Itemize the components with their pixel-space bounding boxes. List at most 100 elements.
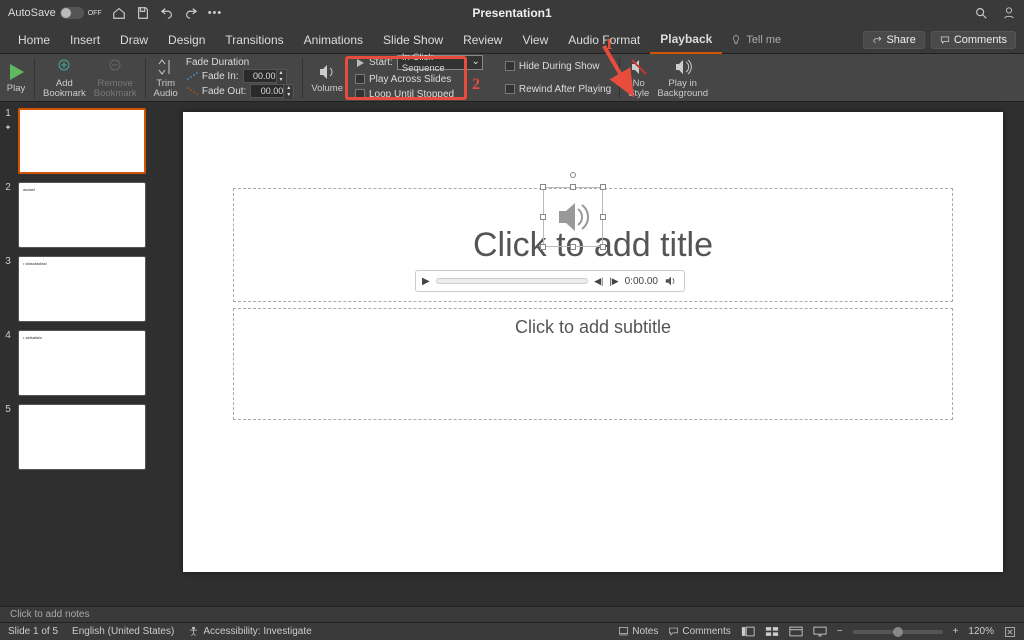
animation-star-icon: ✦ bbox=[5, 123, 12, 132]
slide-thumbnails-panel[interactable]: 1✦ 2asdasf 3• sfassfasfasf 4• asfsafafa … bbox=[0, 102, 162, 606]
player-time: 0:00.00 bbox=[625, 276, 658, 287]
play-in-background-button[interactable]: Play in Background bbox=[657, 56, 708, 99]
zoom-slider[interactable] bbox=[853, 630, 943, 634]
player-play-icon[interactable]: ▶ bbox=[422, 276, 430, 287]
comments-button[interactable]: Comments bbox=[931, 31, 1016, 49]
autosave-label: AutoSave bbox=[8, 7, 56, 19]
volume-label: Volume bbox=[311, 84, 343, 94]
redo-icon[interactable] bbox=[184, 6, 198, 20]
player-skip-back-icon[interactable]: ◀| bbox=[594, 276, 603, 287]
tab-transitions[interactable]: Transitions bbox=[215, 26, 293, 54]
account-icon[interactable] bbox=[1002, 6, 1016, 20]
slide-counter[interactable]: Slide 1 of 5 bbox=[8, 626, 58, 637]
annotation-1: 1 bbox=[605, 36, 613, 54]
player-skip-fwd-icon[interactable]: |▶ bbox=[609, 276, 618, 287]
loop-until-stopped-checkbox[interactable]: Loop Until Stopped bbox=[355, 88, 483, 101]
play-bg-icon bbox=[673, 57, 693, 77]
tell-me[interactable]: Tell me bbox=[730, 34, 781, 46]
autosave-toggle[interactable]: AutoSave OFF bbox=[8, 7, 102, 19]
more-icon[interactable]: ••• bbox=[208, 7, 223, 19]
ribbon-tabs: Home Insert Draw Design Transitions Anim… bbox=[0, 26, 1024, 54]
rewind-after-playing-checkbox[interactable]: Rewind After Playing bbox=[505, 83, 611, 96]
tab-insert[interactable]: Insert bbox=[60, 26, 110, 54]
player-volume-icon[interactable] bbox=[664, 274, 678, 288]
ribbon: Play Add Bookmark Remove Bookmark Trim A… bbox=[0, 54, 1024, 102]
window-titlebar: AutoSave OFF ••• Presentation1 bbox=[0, 0, 1024, 26]
accessibility-icon bbox=[188, 626, 199, 637]
volume-button[interactable]: Volume bbox=[311, 56, 343, 99]
no-style-icon bbox=[629, 57, 649, 77]
tab-home[interactable]: Home bbox=[8, 26, 60, 54]
start-dropdown[interactable]: In Click Sequence bbox=[397, 55, 483, 70]
play-across-slides-checkbox[interactable]: Play Across Slides bbox=[355, 73, 483, 86]
tab-review[interactable]: Review bbox=[453, 26, 512, 54]
play-label: Play bbox=[7, 84, 25, 94]
save-icon[interactable] bbox=[136, 6, 150, 20]
fade-in-label: Fade In: bbox=[202, 71, 239, 82]
tab-playback[interactable]: Playback bbox=[650, 26, 722, 54]
bulb-icon bbox=[730, 34, 742, 46]
comments-label: Comments bbox=[954, 34, 1007, 46]
comments-toggle[interactable]: Comments bbox=[668, 626, 730, 637]
undo-icon[interactable] bbox=[160, 6, 174, 20]
reading-view-button[interactable] bbox=[789, 626, 803, 637]
start-icon bbox=[355, 58, 365, 68]
bookmark-remove-icon bbox=[105, 57, 125, 77]
notes-placeholder: Click to add notes bbox=[10, 609, 90, 620]
audio-options-group: Start: In Click Sequence Play Across Sli… bbox=[355, 55, 483, 101]
normal-view-button[interactable] bbox=[741, 626, 755, 637]
no-style-button[interactable]: No Style bbox=[628, 56, 649, 99]
annotation-2: 2 bbox=[472, 76, 480, 94]
trim-icon bbox=[156, 57, 176, 77]
search-icon[interactable] bbox=[974, 6, 988, 20]
fit-to-window-button[interactable] bbox=[1004, 626, 1016, 638]
add-bookmark-label: Add Bookmark bbox=[43, 79, 86, 98]
audio-object[interactable] bbox=[543, 187, 603, 247]
status-bar: Slide 1 of 5 English (United States) Acc… bbox=[0, 622, 1024, 640]
remove-bookmark-label: Remove Bookmark bbox=[94, 79, 137, 98]
play-button[interactable]: Play bbox=[6, 56, 26, 99]
fade-in-input[interactable]: 00.00 bbox=[243, 69, 287, 83]
thumbnail-2[interactable]: asdasf bbox=[18, 182, 146, 248]
sorter-view-button[interactable] bbox=[765, 626, 779, 637]
notes-pane[interactable]: Click to add notes bbox=[0, 606, 1024, 622]
tab-animations[interactable]: Animations bbox=[294, 26, 373, 54]
fade-out-icon bbox=[186, 86, 198, 96]
home-icon[interactable] bbox=[112, 6, 126, 20]
language-indicator[interactable]: English (United States) bbox=[72, 626, 174, 637]
speaker-icon bbox=[544, 188, 602, 246]
tab-view[interactable]: View bbox=[512, 26, 558, 54]
slide-canvas-area[interactable]: Click to add title Click to add subtitle… bbox=[162, 102, 1024, 606]
notes-icon bbox=[618, 626, 629, 637]
bookmark-add-icon bbox=[54, 57, 74, 77]
comment-icon bbox=[940, 35, 950, 45]
fade-in-icon bbox=[186, 71, 198, 81]
trim-audio-button[interactable]: Trim Audio bbox=[154, 56, 178, 99]
tab-design[interactable]: Design bbox=[158, 26, 215, 54]
document-title: Presentation1 bbox=[472, 6, 551, 20]
tell-me-label: Tell me bbox=[746, 34, 781, 46]
share-button[interactable]: Share bbox=[863, 31, 924, 49]
thumbnail-4[interactable]: • asfsafafa bbox=[18, 330, 146, 396]
tab-draw[interactable]: Draw bbox=[110, 26, 158, 54]
add-bookmark-button[interactable]: Add Bookmark bbox=[43, 56, 86, 99]
slideshow-button[interactable] bbox=[813, 626, 827, 637]
thumbnail-1[interactable] bbox=[18, 108, 146, 174]
player-seek[interactable] bbox=[436, 278, 588, 284]
toggle-switch[interactable] bbox=[60, 7, 84, 19]
subtitle-placeholder[interactable]: Click to add subtitle bbox=[233, 308, 953, 420]
zoom-in-button[interactable]: + bbox=[953, 626, 959, 637]
audio-player-bar[interactable]: ▶ ◀| |▶ 0:00.00 bbox=[415, 270, 685, 292]
tab-slideshow[interactable]: Slide Show bbox=[373, 26, 453, 54]
slide[interactable]: Click to add title Click to add subtitle… bbox=[183, 112, 1003, 572]
accessibility-status[interactable]: Accessibility: Investigate bbox=[188, 626, 311, 637]
thumbnail-3[interactable]: • sfassfasfasf bbox=[18, 256, 146, 322]
zoom-level[interactable]: 120% bbox=[968, 626, 994, 637]
notes-toggle[interactable]: Notes bbox=[618, 626, 658, 637]
fade-out-label: Fade Out: bbox=[202, 86, 246, 97]
autosave-state: OFF bbox=[88, 10, 102, 17]
zoom-out-button[interactable]: − bbox=[837, 626, 843, 637]
fade-out-input[interactable]: 00.00 bbox=[250, 84, 294, 98]
hide-during-show-checkbox[interactable]: Hide During Show bbox=[505, 60, 611, 73]
thumbnail-5[interactable] bbox=[18, 404, 146, 470]
